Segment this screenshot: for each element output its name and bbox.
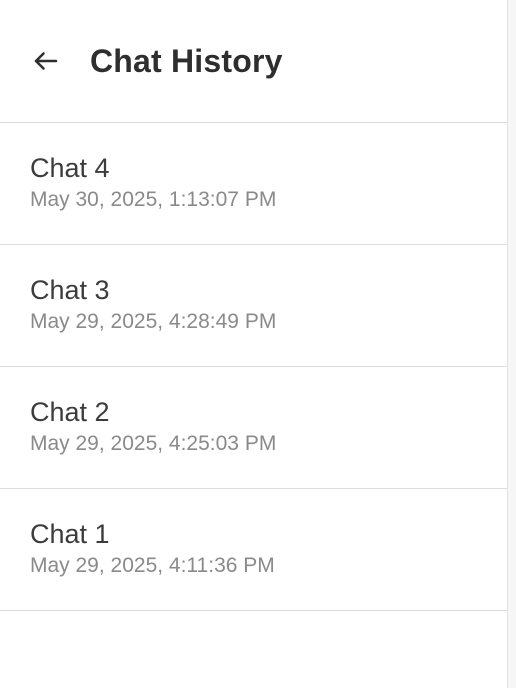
- arrow-left-icon: [34, 52, 58, 70]
- chat-name: Chat 3: [30, 275, 110, 305]
- chat-name: Chat 4: [30, 153, 110, 183]
- chat-name: Chat 2: [30, 397, 110, 427]
- page-title: Chat History: [90, 42, 283, 79]
- back-button[interactable]: [28, 43, 64, 79]
- chat-history-panel: Chat History Chat 4 May 30, 2025, 1:13:0…: [0, 0, 508, 688]
- chat-timestamp: May 29, 2025, 4:25:03 PM: [30, 432, 277, 455]
- chat-item-2[interactable]: Chat 2 May 29, 2025, 4:25:03 PM: [0, 367, 507, 489]
- right-edge-strip: [508, 0, 516, 688]
- chat-item-4[interactable]: Chat 4 May 30, 2025, 1:13:07 PM: [0, 123, 507, 245]
- header: Chat History: [0, 0, 507, 123]
- chat-name: Chat 1: [30, 519, 110, 549]
- app: Chat History Chat 4 May 30, 2025, 1:13:0…: [0, 0, 516, 688]
- chat-item-3[interactable]: Chat 3 May 29, 2025, 4:28:49 PM: [0, 245, 507, 367]
- chat-timestamp: May 30, 2025, 1:13:07 PM: [30, 188, 277, 211]
- chat-item-1[interactable]: Chat 1 May 29, 2025, 4:11:36 PM: [0, 489, 507, 611]
- chat-list: Chat 4 May 30, 2025, 1:13:07 PM Chat 3 M…: [0, 123, 507, 611]
- chat-timestamp: May 29, 2025, 4:11:36 PM: [30, 554, 275, 577]
- chat-timestamp: May 29, 2025, 4:28:49 PM: [30, 310, 277, 333]
